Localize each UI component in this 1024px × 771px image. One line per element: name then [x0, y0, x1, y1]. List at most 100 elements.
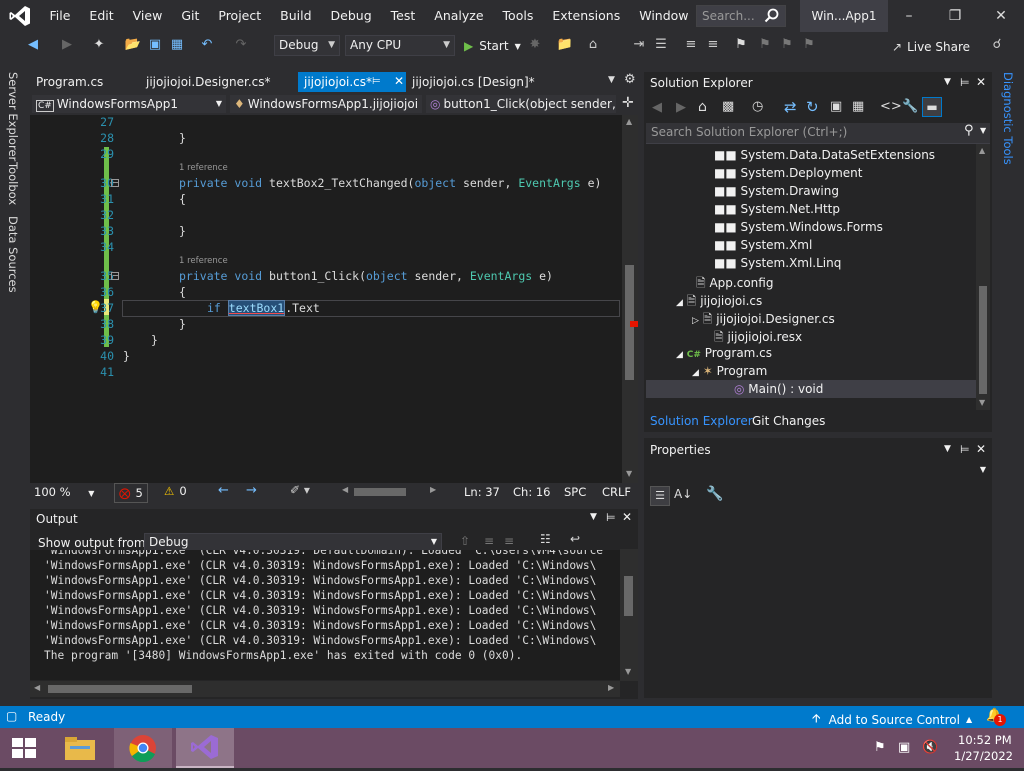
tree-item-program-cs[interactable]: ◢ C# Program.cs: [676, 346, 772, 360]
reference-codelens[interactable]: 1 reference: [179, 256, 228, 266]
output-source-dropdown[interactable]: Debug ▼: [144, 533, 442, 551]
step-icon[interactable]: ⇥: [630, 36, 648, 54]
panel-menu-icon[interactable]: ▼: [944, 77, 951, 87]
object-dropdown[interactable]: ▼: [646, 462, 990, 480]
tab-designer-cs[interactable]: jijojiojoi.Designer.cs*: [140, 72, 277, 92]
scroll-right-icon[interactable]: ▶: [608, 683, 614, 692]
new-project-icon[interactable]: ✦: [90, 36, 108, 54]
scroll-left-icon[interactable]: ◀: [342, 485, 348, 494]
tree-item-reference[interactable]: ■■ System.Deployment: [714, 166, 862, 180]
properties-wrench-icon[interactable]: 🔧: [902, 99, 918, 114]
tree-item-reference[interactable]: ■■ System.Data.DataSetExtensions: [714, 148, 935, 162]
collapse-icon[interactable]: −: [111, 272, 119, 280]
minimize-icon[interactable]: –: [886, 0, 932, 32]
scroll-down-icon[interactable]: ▼: [979, 398, 985, 407]
output-horizontal-scrollbar[interactable]: ◀ ▶: [30, 681, 620, 697]
menu-test[interactable]: Test: [381, 0, 425, 32]
output-text[interactable]: 'WindowsFormsApp1.exe' (CLR v4.0.30319: …: [30, 550, 620, 680]
project-dropdown[interactable]: C# WindowsFormsApp1 ▼: [32, 95, 226, 113]
fire-icon[interactable]: ✸: [526, 36, 544, 54]
tree-item-program-class[interactable]: ◢ ✶ Program: [692, 364, 767, 378]
menu-edit[interactable]: Edit: [80, 0, 123, 32]
language-icon[interactable]: ⚑: [874, 740, 886, 755]
close-icon[interactable]: ✕: [978, 0, 1024, 32]
nav-forward-icon[interactable]: →: [246, 483, 257, 498]
code-editor[interactable]: 27 28 29 30 31 32 33 34 35 36 37 38 39 4…: [30, 115, 638, 483]
menu-file[interactable]: File: [40, 0, 80, 32]
data-sources-tab[interactable]: Data Sources: [6, 216, 20, 293]
tree-item-main[interactable]: ◎ Main() : void: [734, 382, 823, 396]
scroll-down-icon[interactable]: ▼: [625, 667, 631, 676]
home-icon[interactable]: ⌂: [698, 99, 707, 115]
zoom-dropdown[interactable]: 100 % ▼: [34, 485, 94, 499]
tree-item-reference[interactable]: ■■ System.Net.Http: [714, 202, 840, 216]
lightbulb-icon[interactable]: 💡: [88, 300, 103, 314]
save-all-icon[interactable]: ▦: [168, 36, 186, 54]
tree-item-reference[interactable]: ■■ System.Drawing: [714, 184, 839, 198]
close-icon[interactable]: ✕: [622, 510, 632, 524]
panel-menu-icon[interactable]: ▼: [590, 512, 597, 522]
outdent-icon[interactable]: ≡: [704, 36, 722, 54]
menu-analyze[interactable]: Analyze: [425, 0, 493, 32]
tab-git-changes[interactable]: Git Changes: [752, 414, 825, 428]
class-dropdown[interactable]: ♦ WindowsFormsApp1.jijojiojoi: [230, 95, 422, 113]
split-icon[interactable]: ✛: [622, 95, 634, 111]
menu-build[interactable]: Build: [271, 0, 321, 32]
close-icon[interactable]: ✕: [976, 75, 986, 89]
undo-icon[interactable]: ↶: [198, 36, 216, 54]
menu-window[interactable]: Window: [630, 0, 698, 32]
forward-icon[interactable]: ▶: [58, 36, 76, 54]
output-hscroll-thumb[interactable]: [48, 685, 192, 693]
maximize-icon[interactable]: ❐: [932, 0, 978, 32]
refresh-icon[interactable]: ↻: [806, 98, 819, 116]
network-icon[interactable]: ▣: [898, 740, 910, 755]
property-pages-icon[interactable]: 🔧: [706, 486, 723, 502]
error-count[interactable]: ⨂ 5: [114, 483, 148, 503]
file-explorer-icon[interactable]: [62, 734, 98, 762]
tab-overflow-icon[interactable]: ▼: [608, 75, 615, 85]
sync-icon[interactable]: ⇄: [784, 98, 797, 116]
line-indicator[interactable]: Ln: 37: [464, 485, 500, 499]
search-icon[interactable]: [764, 8, 780, 24]
solution-search-input[interactable]: Search Solution Explorer (Ctrl+;) ⚲ ▼: [646, 123, 990, 144]
close-icon[interactable]: ✕: [976, 442, 986, 456]
chrome-icon[interactable]: [114, 728, 172, 768]
switch-views-icon[interactable]: ▩: [722, 99, 734, 114]
brush-icon[interactable]: ✐ ▾: [290, 483, 310, 497]
bookmark-icon[interactable]: ⚑: [732, 36, 750, 54]
close-tab-icon[interactable]: ✕: [394, 74, 404, 88]
pending-changes-icon[interactable]: ◷: [752, 99, 763, 114]
open-icon[interactable]: 📂: [124, 36, 142, 54]
find-message-icon[interactable]: ⇧: [460, 534, 470, 548]
solution-vertical-scrollbar[interactable]: ▲ ▼: [976, 144, 990, 410]
bookmark-prev-icon[interactable]: ⚑: [756, 36, 774, 54]
menu-extensions[interactable]: Extensions: [543, 0, 630, 32]
visual-studio-taskbar-icon[interactable]: [176, 728, 234, 768]
expanded-arrow-icon[interactable]: ◢: [692, 368, 699, 378]
output-vertical-scrollbar[interactable]: ▼: [620, 549, 638, 681]
add-to-source-control-button[interactable]: 🡩 Add to Source Control ▲: [812, 709, 972, 730]
horizontal-scrollbar[interactable]: ◀ ▶: [342, 485, 438, 497]
prev-message-icon[interactable]: ≡: [484, 534, 494, 548]
scroll-right-icon[interactable]: ▶: [430, 485, 436, 494]
scroll-down-icon[interactable]: ▼: [626, 469, 632, 478]
volume-muted-icon[interactable]: 🔇: [922, 740, 938, 755]
expanded-arrow-icon[interactable]: ◢: [676, 350, 683, 360]
indent-icon[interactable]: ≡: [682, 36, 700, 54]
view-code-icon[interactable]: <>: [880, 99, 902, 114]
diagnostic-tools-tab[interactable]: Diagnostic Tools: [1001, 72, 1015, 165]
collapse-all-icon[interactable]: ▣: [830, 99, 842, 114]
next-message-icon[interactable]: ≡: [504, 534, 514, 548]
collapsed-arrow-icon[interactable]: ▷: [692, 316, 699, 326]
windows-start-icon[interactable]: [10, 736, 38, 760]
menu-project[interactable]: Project: [209, 0, 271, 32]
live-share-button[interactable]: ↗ Live Share: [892, 38, 970, 56]
hscroll-thumb[interactable]: [354, 488, 406, 496]
output-scroll-thumb[interactable]: [624, 576, 633, 616]
tab-jijojiojoi-cs[interactable]: jijojiojoi.cs* ⊨: [298, 72, 406, 92]
tree-item-reference[interactable]: ■■ System.Xml: [714, 238, 812, 252]
menu-debug[interactable]: Debug: [321, 0, 381, 32]
forward-icon[interactable]: ▶: [676, 100, 686, 115]
clock-time[interactable]: 10:52 PM: [958, 733, 1012, 747]
whitespace-indicator[interactable]: SPC: [564, 485, 586, 499]
